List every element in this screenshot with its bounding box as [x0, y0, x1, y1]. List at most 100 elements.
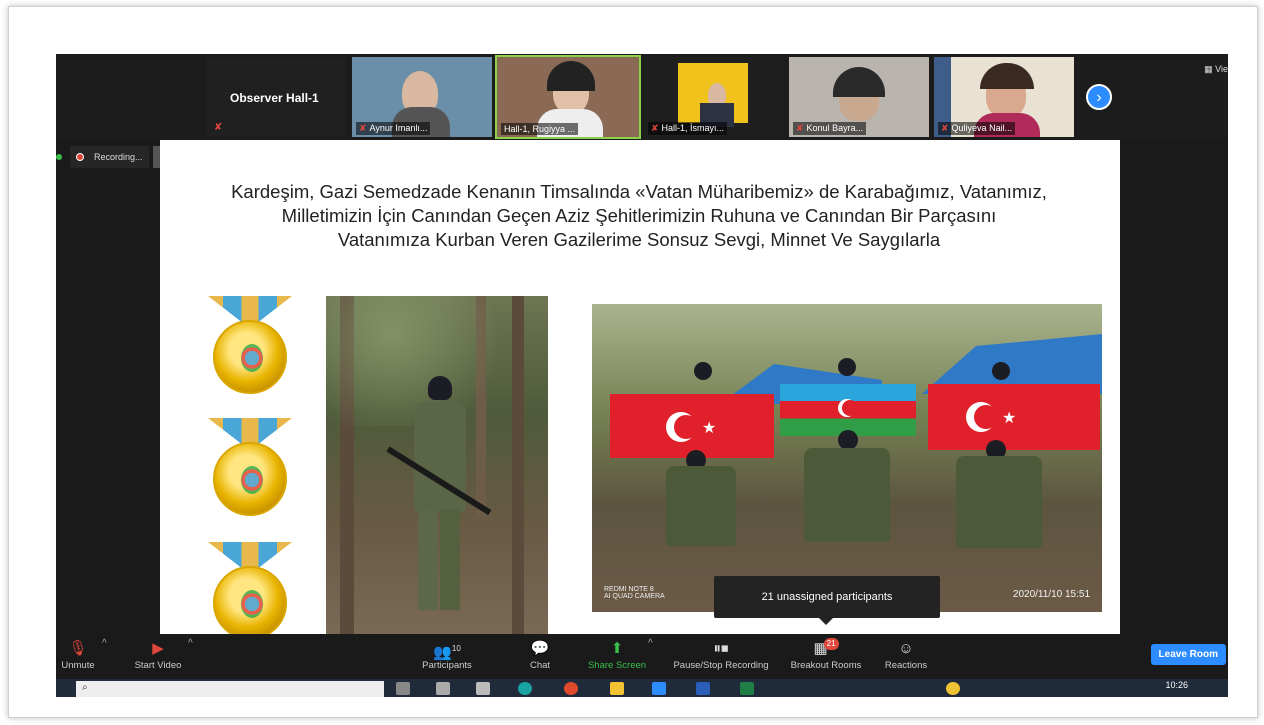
- share-screen-label: Share Screen: [587, 660, 647, 671]
- participants-label: Participants: [422, 660, 472, 671]
- reactions-icon: ☺: [898, 640, 914, 657]
- view-button[interactable]: ▦ Vie: [1204, 64, 1228, 75]
- group-photo: ★ ★ REDMI NOTE 8 AI QUAD CAMERA 2020/11/…: [592, 304, 1102, 612]
- soldier-leg: [418, 510, 438, 610]
- medals-image: [176, 296, 326, 635]
- excel-icon[interactable]: [740, 682, 754, 695]
- search-icon: ⌕: [82, 682, 88, 693]
- word-icon[interactable]: [696, 682, 710, 695]
- participant-name: ✘ Quliyeva Nail...: [938, 122, 1016, 135]
- participants-count: 10: [451, 644, 461, 653]
- participant-name: ✘ Aynur Imanlı...: [356, 122, 431, 135]
- breakout-rooms-button[interactable]: ▦21 Breakout Rooms: [784, 638, 868, 671]
- app-icon[interactable]: [436, 682, 450, 695]
- leave-room-button[interactable]: Leave Room: [1150, 644, 1226, 665]
- soldier-leg: [440, 510, 460, 610]
- participant-tile[interactable]: ✘ Konul Bayra...: [789, 57, 929, 137]
- participant-tile-active[interactable]: Hall-1, Rugiyya ...: [495, 55, 641, 139]
- participant-tile[interactable]: ✘ Aynur Imanlı...: [352, 57, 492, 137]
- view-label: Vie: [1215, 64, 1228, 74]
- medal-coin: [213, 320, 287, 394]
- participant-hair: [547, 61, 595, 91]
- medal: [200, 296, 300, 394]
- muted-mic-icon: ✘: [941, 123, 949, 133]
- muted-mic-icon: 🎙: [68, 640, 88, 657]
- edge-icon[interactable]: [518, 682, 532, 695]
- start-video-button[interactable]: ▶ Start Video: [126, 638, 190, 671]
- soldier-photo: [326, 296, 548, 635]
- camera-watermark: REDMI NOTE 8 AI QUAD CAMERA: [604, 586, 665, 600]
- participant-name: Hall-1, Rugiyya ...: [501, 123, 579, 135]
- flag-crescent-cut: [974, 405, 998, 429]
- task-view-icon[interactable]: [396, 682, 410, 695]
- chevron-right-icon: ›: [1096, 89, 1102, 106]
- windows-taskbar: ⌕ 10:26: [56, 679, 1228, 697]
- chevron-up-icon[interactable]: ^: [188, 638, 193, 649]
- next-page-button[interactable]: ›: [1086, 84, 1112, 110]
- pause-stop-label: Pause/Stop Recording: [673, 660, 769, 671]
- chevron-up-icon[interactable]: ^: [648, 638, 653, 649]
- chat-button[interactable]: 💬 Chat: [518, 638, 562, 671]
- share-screen-button[interactable]: ⬆ Share Screen: [582, 638, 652, 671]
- flag-crescent-cut: [842, 400, 858, 416]
- share-screen-icon: ⬆: [610, 640, 624, 657]
- soldier-head: [428, 376, 452, 400]
- muted-mic-icon: ✘: [214, 122, 223, 133]
- slide-title-line: Vatanımıza Kurban Veren Gazilerime Sonsu…: [337, 229, 941, 250]
- participants-icon: 👥10: [433, 644, 461, 661]
- flag-crescent-cut: [674, 415, 698, 439]
- observer-tile[interactable]: Observer Hall-1 ✘: [206, 57, 346, 137]
- participant-name: ✘ Konul Bayra...: [793, 122, 867, 135]
- app-icon[interactable]: [476, 682, 490, 695]
- chevron-up-icon[interactable]: ^: [102, 638, 107, 649]
- screenshot-frame: Observer Hall-1 ✘ ✘ Aynur Imanlı... Hall-…: [8, 6, 1258, 718]
- slide-title-line: Kardeşim, Gazi Semedzade Kenanın Timsalı…: [231, 181, 1047, 202]
- taskbar-search-input[interactable]: ⌕: [76, 681, 384, 697]
- chrome-icon[interactable]: [564, 682, 578, 695]
- participants-button[interactable]: 👥10 Participants: [414, 638, 480, 671]
- zoom-icon[interactable]: [652, 682, 666, 695]
- flag-star: ★: [1002, 410, 1017, 427]
- medal-ribbon: [208, 418, 292, 444]
- reactions-button[interactable]: ☺ Reactions: [878, 638, 934, 671]
- muted-mic-icon: ✘: [796, 123, 804, 133]
- meeting-toolbar: 🎙 Unmute ^ ▶ Start Video ^ 👥10 Participa…: [56, 634, 1228, 679]
- participant-tile[interactable]: ✘ Quliyeva Nail...: [934, 57, 1074, 137]
- taskbar-clock: 10:26: [1165, 680, 1188, 690]
- muted-mic-icon: ✘: [651, 123, 659, 133]
- unmute-button[interactable]: 🎙 Unmute: [56, 638, 100, 671]
- chat-icon: 💬: [530, 640, 550, 657]
- unassigned-participants-tooltip: 21 unassigned participants: [714, 576, 940, 625]
- medal-coin: [213, 442, 287, 516]
- medal-coin: [213, 566, 287, 635]
- weather-icon: [946, 682, 960, 695]
- turkey-flag: ★: [610, 394, 774, 458]
- slide-title: Kardeşim, Gazi Semedzade Kenanın Timsalı…: [174, 180, 1104, 252]
- medal: [200, 418, 300, 516]
- participant-strip: Observer Hall-1 ✘ ✘ Aynur Imanlı... Hall-…: [56, 54, 1228, 140]
- soldier-head: [694, 362, 712, 380]
- shared-screen-slide: Kardeşim, Gazi Semedzade Kenanın Timsalı…: [160, 140, 1120, 635]
- soldier-figure: [666, 466, 736, 546]
- zoom-meeting-window: Observer Hall-1 ✘ ✘ Aynur Imanlı... Hall-…: [56, 54, 1228, 697]
- participant-name-text: Hall-1, Rugiyya ...: [504, 124, 576, 134]
- flag-star: ★: [702, 420, 717, 437]
- record-icon: [76, 153, 84, 161]
- reactions-label: Reactions: [884, 660, 928, 671]
- participant-tile[interactable]: ✘ Hall-1, İsmayı...: [644, 57, 784, 137]
- participant-name-text: Konul Bayra...: [806, 123, 864, 133]
- recording-label: Recording...: [94, 152, 143, 162]
- recording-status: Recording...: [70, 146, 149, 168]
- participant-name-text: Aynur Imanlı...: [369, 123, 428, 133]
- soldier-head: [838, 358, 856, 376]
- chat-label: Chat: [529, 660, 551, 671]
- video-off-icon: ▶: [152, 640, 164, 657]
- photo-timestamp: 2020/11/10 15:51: [1012, 589, 1090, 600]
- status-dot-icon: [56, 154, 62, 160]
- breakout-rooms-icon: ▦21: [784, 638, 868, 660]
- soldier-head: [838, 430, 858, 450]
- soldier-head: [992, 362, 1010, 380]
- pause-stop-recording-button[interactable]: ⏸⏹ Pause/Stop Recording: [666, 638, 776, 671]
- participant-name-text: Quliyeva Nail...: [951, 123, 1013, 133]
- folder-icon[interactable]: [610, 682, 624, 695]
